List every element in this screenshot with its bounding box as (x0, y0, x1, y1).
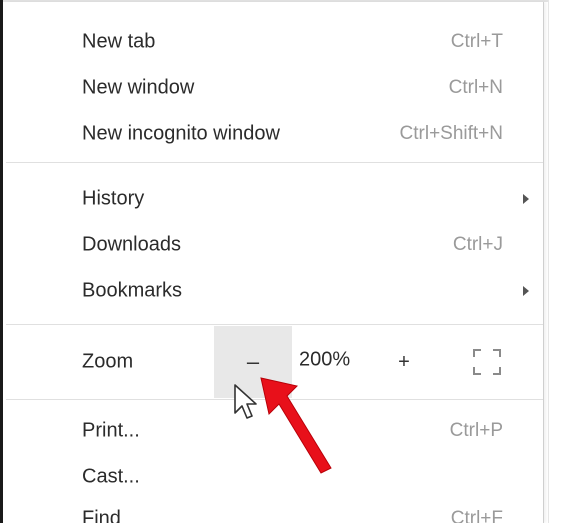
menu-item-label: New incognito window (82, 122, 280, 145)
zoom-level-value: 200% (299, 348, 351, 371)
menu-item-find[interactable]: Find Ctrl+F (6, 496, 543, 523)
submenu-arrow-icon (523, 194, 529, 204)
menu-separator (6, 324, 543, 325)
menu-item-shortcut: Ctrl+T (450, 31, 503, 52)
menu-item-new-incognito-window[interactable]: New incognito window Ctrl+Shift+N (6, 111, 543, 157)
menu-item-shortcut: Ctrl+N (448, 77, 503, 98)
zoom-in-label: + (398, 350, 410, 373)
menu-item-history[interactable]: History (6, 176, 543, 222)
menu-item-shortcut: Ctrl+F (450, 508, 503, 523)
screenshot-frame: New tab Ctrl+T New window Ctrl+N New inc… (0, 0, 562, 523)
menu-item-shortcut: Ctrl+J (452, 234, 503, 255)
menu-item-shortcut: Ctrl+Shift+N (399, 123, 503, 144)
menu-item-label: Find (82, 507, 121, 523)
menu-item-label: New window (82, 76, 195, 99)
menu-separator (6, 162, 543, 163)
mouse-pointer-icon (234, 384, 257, 419)
menu-item-shortcut: Ctrl+P (449, 420, 503, 441)
menu-item-bookmarks[interactable]: Bookmarks (6, 268, 543, 314)
menu-item-new-tab[interactable]: New tab Ctrl+T (6, 19, 543, 65)
fullscreen-icon[interactable] (472, 348, 502, 376)
menu-item-label: New tab (82, 30, 156, 53)
menu-item-new-window[interactable]: New window Ctrl+N (6, 65, 543, 111)
zoom-in-button[interactable]: + (382, 326, 426, 398)
submenu-arrow-icon (523, 286, 529, 296)
menu-item-downloads[interactable]: Downloads Ctrl+J (6, 222, 543, 268)
menu-item-label: Bookmarks (82, 279, 183, 302)
menu-item-label: History (82, 187, 145, 210)
menu-item-label: Print... (82, 419, 140, 442)
zoom-label: Zoom (82, 350, 134, 373)
menu-item-label: Cast... (82, 465, 140, 488)
right-page-edge (548, 0, 562, 523)
red-arrow-icon (260, 377, 332, 474)
menu-item-label: Downloads (82, 233, 181, 256)
